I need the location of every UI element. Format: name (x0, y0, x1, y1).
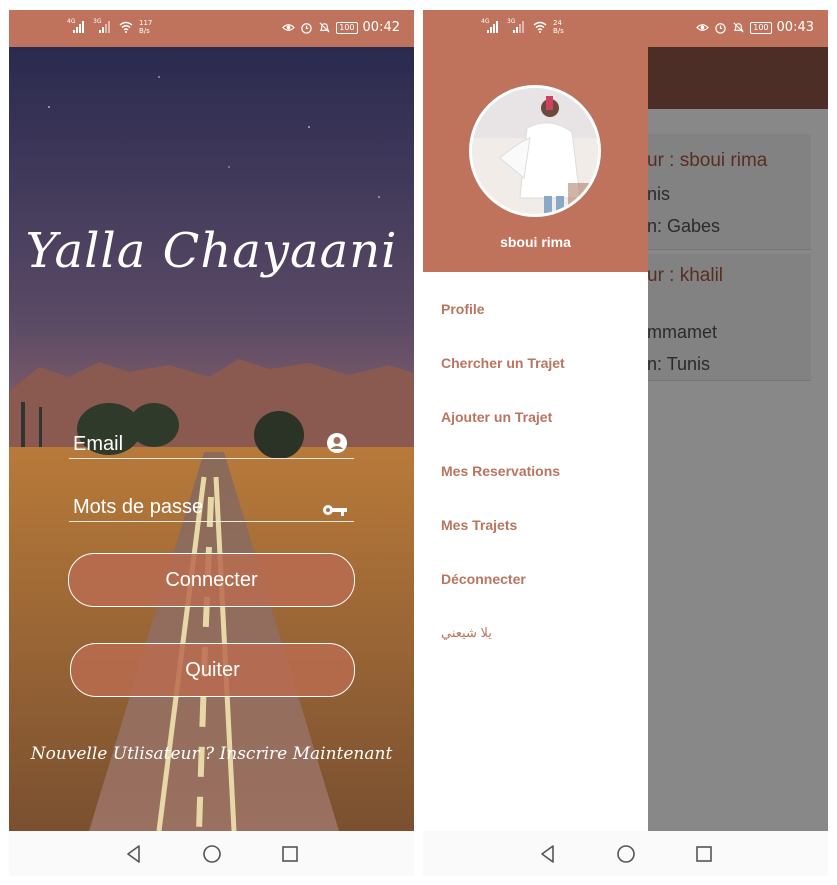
navigation-drawer: sboui rima Profile Chercher un Trajet Aj… (423, 47, 648, 831)
alarm-icon (301, 23, 312, 34)
menu-item-profile[interactable]: Profile (441, 301, 485, 317)
signal-icon: 4G (67, 18, 87, 33)
bell-off-icon (733, 22, 744, 33)
signup-link[interactable]: Nouvelle Utlisateur ? Inscrire Maintenan… (9, 744, 414, 764)
recents-icon[interactable] (280, 844, 300, 864)
menu-item-logout[interactable]: Déconnecter (441, 571, 526, 587)
drawer-header: sboui rima (423, 47, 648, 272)
connect-button[interactable]: Connecter (68, 553, 355, 607)
quit-button[interactable]: Quiter (70, 643, 355, 697)
key-icon (323, 505, 347, 516)
navigation-bar (423, 831, 828, 876)
wifi-icon (533, 21, 547, 33)
password-placeholder: Mots de passe (73, 496, 204, 518)
password-field[interactable]: Mots de passe (69, 493, 354, 522)
back-icon[interactable] (538, 844, 558, 864)
wifi-icon (119, 21, 133, 33)
menu-item-add-trip[interactable]: Ajouter un Trajet (441, 409, 552, 425)
navigation-bar (9, 831, 414, 876)
user-circle-icon (327, 433, 347, 453)
home-icon[interactable] (616, 844, 636, 864)
status-bar: 4G 3G 117 B/s 100 00:42 (9, 10, 414, 47)
bell-off-icon (319, 22, 330, 33)
back-icon[interactable] (124, 844, 144, 864)
user-name: sboui rima (500, 234, 571, 250)
recents-icon[interactable] (694, 844, 714, 864)
signal-icon: 3G (507, 18, 527, 33)
drawer-screen: 4G 3G 24 B/s 100 00:43 ur : sboui rima ni… (423, 10, 828, 876)
app-title: Yalla Chayaani (25, 223, 398, 279)
email-placeholder: Email (73, 433, 124, 455)
menu-item-reservations[interactable]: Mes Reservations (441, 463, 560, 479)
alarm-icon (715, 23, 726, 34)
network-speed: 117 B/s (139, 19, 153, 35)
eye-icon (696, 24, 710, 31)
email-field[interactable]: Email (69, 430, 354, 459)
signal-icon: 3G (93, 18, 113, 33)
eye-icon (282, 24, 296, 31)
avatar[interactable] (469, 85, 601, 217)
network-speed: 24 B/s (553, 19, 564, 35)
menu-item-arabic[interactable]: يلا شيعني (441, 625, 492, 641)
battery-icon: 100 (750, 21, 772, 34)
menu-item-search-trip[interactable]: Chercher un Trajet (441, 355, 565, 371)
clock: 00:43 (776, 20, 814, 35)
login-screen: 4G 3G 117 B/s 100 00:42 Yalla Chayaani E… (9, 10, 414, 876)
status-bar: 4G 3G 24 B/s 100 00:43 (423, 10, 828, 47)
menu-item-my-trips[interactable]: Mes Trajets (441, 517, 517, 533)
battery-icon: 100 (336, 21, 358, 34)
home-icon[interactable] (202, 844, 222, 864)
clock: 00:42 (362, 20, 400, 35)
signal-icon: 4G (481, 18, 501, 33)
